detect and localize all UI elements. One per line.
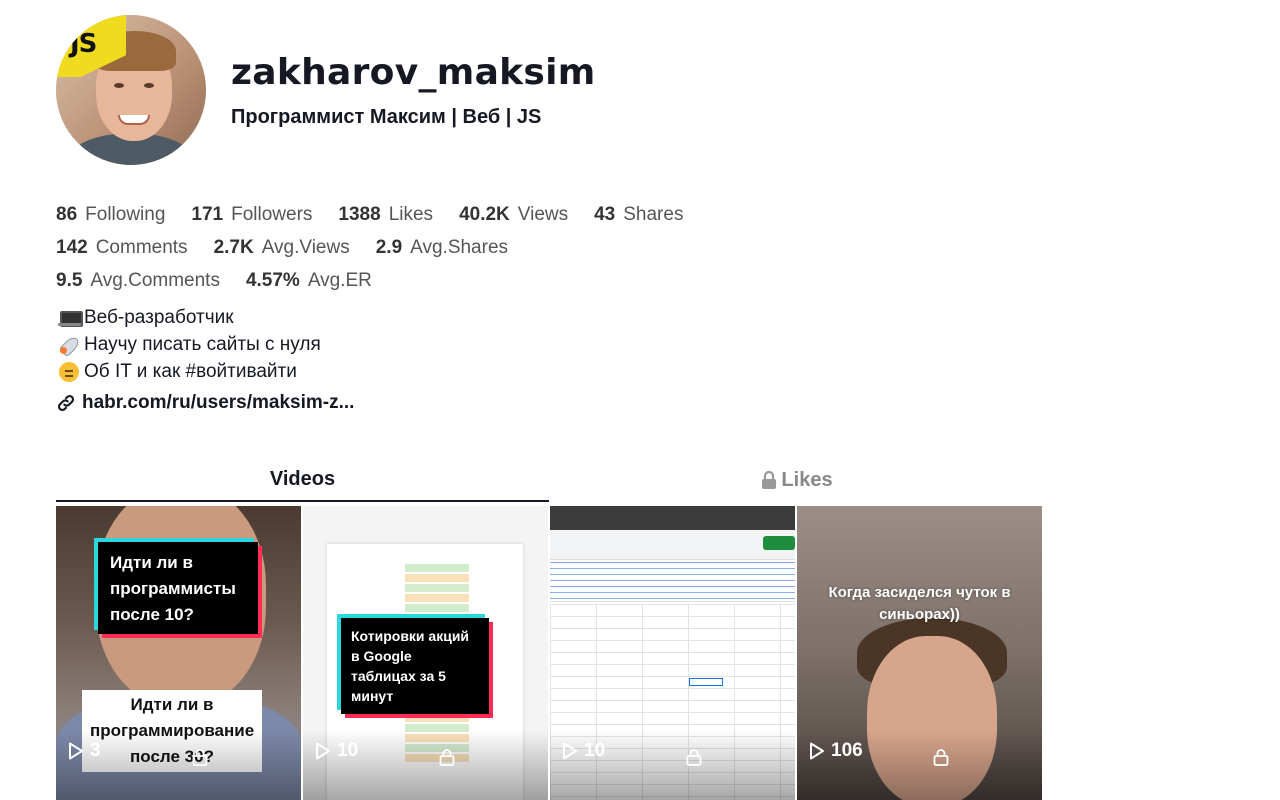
video-card[interactable]: Котировки акций в Google таблицах за 5 м… <box>303 506 548 800</box>
bio: Веб-разработчик Научу писать сайты с нул… <box>58 304 321 385</box>
stat-value: 9.5 <box>56 269 83 291</box>
play-count-value: 106 <box>831 740 863 761</box>
stat-avg-shares: 2.9 Avg.Shares <box>376 237 508 259</box>
bio-line: Научу писать сайты с нуля <box>58 331 321 358</box>
stat-label: Comments <box>95 236 188 258</box>
bio-line: Веб-разработчик <box>58 304 321 331</box>
avatar-mouth <box>118 115 150 125</box>
stat-value: 142 <box>56 236 88 258</box>
stat-value: 4.57% <box>245 269 300 291</box>
stats-panel: 86 Following 171 Followers 1388 Likes 40.2K… <box>56 198 756 297</box>
profile-link[interactable]: habr.com/ru/users/maksim-z... <box>56 392 354 414</box>
username: zakharov_maksim <box>231 52 596 93</box>
lock-icon <box>686 749 702 766</box>
tab-likes-label: Likes <box>781 468 833 491</box>
stat-avg-views: 2.7K Avg.Views <box>214 237 350 259</box>
stat-comments: 142 Comments <box>56 237 188 259</box>
nickname: Программист Максим | Веб | JS <box>231 106 542 128</box>
browser-titlebar <box>550 506 795 530</box>
video-card[interactable]: Когда засиделся чуток в синьорах)) 106 <box>797 506 1042 800</box>
avatar[interactable]: JS <box>56 15 206 165</box>
avatar-eye <box>144 83 154 88</box>
sheets-menubar <box>550 530 795 560</box>
link-icon <box>57 394 75 412</box>
formula-bar <box>550 562 795 602</box>
stat-value: 2.9 <box>375 236 403 258</box>
bio-text: Научу писать сайты с нуля <box>84 334 321 355</box>
stat-avg-er: 4.57% Avg.ER <box>246 270 372 292</box>
stat-value: 40.2K <box>459 203 510 225</box>
play-icon <box>810 742 824 760</box>
video-card[interactable]: Идти ли в программисты после 10? Идти ли… <box>56 506 301 800</box>
bio-text: Веб-разработчик <box>84 307 234 328</box>
stat-value: 1388 <box>338 203 381 225</box>
stat-label: Avg.ER <box>307 269 372 291</box>
stat-label: Avg.Shares <box>410 236 509 258</box>
avatar-eye <box>114 83 124 88</box>
lock-icon <box>762 470 777 489</box>
profile-tabs: Videos Likes <box>56 458 1043 502</box>
video-card[interactable]: 10 <box>550 506 795 800</box>
selected-cell <box>689 678 723 686</box>
stat-value: 43 <box>594 203 616 225</box>
stat-label: Avg.Comments <box>90 269 220 291</box>
stat-avg-comments: 9.5 Avg.Comments <box>56 270 220 292</box>
play-icon <box>563 742 577 760</box>
stat-followers[interactable]: 171 Followers <box>191 204 312 226</box>
stat-shares: 43 Shares <box>594 204 683 226</box>
lock-icon <box>192 749 208 766</box>
tab-likes[interactable]: Likes <box>550 458 1043 502</box>
video-caption: Когда засиделся чуток в синьорах)) <box>828 584 1011 623</box>
play-icon <box>69 742 83 760</box>
stat-label: Views <box>517 203 569 225</box>
play-count: 106 <box>809 740 863 762</box>
stats-row: 142 Comments 2.7K Avg.Views 2.9 Avg.Shares <box>56 231 756 264</box>
laptop-icon <box>58 308 83 328</box>
video-caption: Котировки акций в Google таблицах за 5 м… <box>341 618 489 714</box>
stat-value: 86 <box>56 203 78 225</box>
stat-label: Followers <box>231 203 313 225</box>
rocket-icon <box>58 335 82 355</box>
js-badge-text: JS <box>70 29 97 59</box>
stat-label: Shares <box>623 203 684 225</box>
stat-label: Likes <box>388 203 434 225</box>
thinking-face-icon <box>58 361 82 382</box>
stats-row: 9.5 Avg.Comments 4.57% Avg.ER <box>56 264 756 297</box>
stat-views: 40.2K Views <box>459 204 568 226</box>
stat-following[interactable]: 86 Following <box>56 204 165 226</box>
bio-line: Об IT и как #войтивайти <box>58 358 321 385</box>
tab-videos-label: Videos <box>269 467 336 490</box>
stat-label: Avg.Views <box>261 236 350 258</box>
bio-text: Об IT и как #войтивайти <box>84 361 297 382</box>
stats-row: 86 Following 171 Followers 1388 Likes 40.2K… <box>56 198 756 231</box>
stat-value: 171 <box>191 203 224 225</box>
stat-value: 2.7K <box>213 236 254 258</box>
play-count: 10 <box>315 740 358 762</box>
play-count: 3 <box>68 740 101 762</box>
play-count: 10 <box>562 740 605 762</box>
tab-videos[interactable]: Videos <box>56 458 549 502</box>
lock-icon <box>933 749 949 766</box>
play-count-value: 3 <box>90 740 101 761</box>
play-icon <box>316 742 330 760</box>
stat-label: Following <box>85 203 166 225</box>
play-count-value: 10 <box>584 740 606 761</box>
profile-link-text: habr.com/ru/users/maksim-z... <box>82 392 355 413</box>
video-grid: Идти ли в программисты после 10? Идти ли… <box>56 506 1043 800</box>
stat-likes: 1388 Likes <box>338 204 433 226</box>
share-button-thumbnail <box>763 536 795 550</box>
lock-icon <box>439 749 455 766</box>
play-count-value: 10 <box>337 740 359 761</box>
video-caption: Идти ли в программисты после 10? <box>98 542 258 634</box>
